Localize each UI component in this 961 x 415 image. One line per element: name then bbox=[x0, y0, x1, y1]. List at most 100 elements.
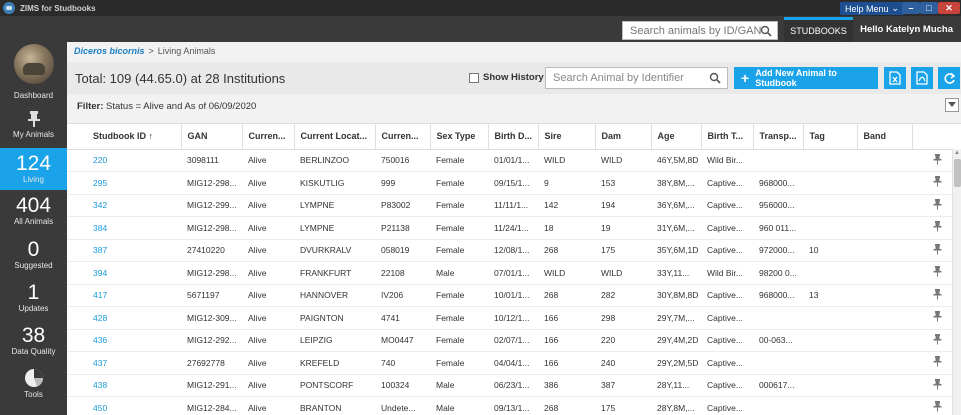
table-cell bbox=[857, 171, 912, 195]
sidebar-item-updates[interactable]: 1 Updates bbox=[0, 281, 67, 321]
studbook-id-link[interactable]: 387 bbox=[67, 239, 181, 262]
table-row[interactable]: 387 27410220 Alive DVURKRALV 058019 Female 12/… bbox=[67, 239, 961, 262]
table-cell: 13 bbox=[803, 284, 857, 307]
table-cell bbox=[857, 374, 912, 397]
table-row[interactable]: 394 MIG12-298... Alive FRANKFURT 22108 Male 07… bbox=[67, 261, 961, 285]
table-cell: Female bbox=[430, 149, 488, 172]
table-cell: 972000... bbox=[753, 239, 803, 262]
scrollbar-thumb[interactable] bbox=[954, 159, 961, 187]
column-header[interactable]: Curren... bbox=[375, 124, 431, 150]
column-header[interactable]: Birth T... bbox=[701, 124, 754, 150]
sidebar-item-living[interactable]: 124 Living bbox=[0, 148, 67, 190]
table-row[interactable]: 384 MIG12-298... Alive LYMPNE P21138 Female 11… bbox=[67, 216, 961, 240]
column-header[interactable]: Transp... bbox=[753, 124, 804, 150]
search-icon[interactable] bbox=[709, 72, 721, 84]
column-header[interactable]: Sire bbox=[538, 124, 596, 150]
sidebar-item-label: Updates bbox=[18, 304, 49, 313]
studbook-id-link[interactable]: 342 bbox=[67, 194, 181, 217]
table-cell: Female bbox=[430, 239, 488, 262]
filter-summary: Filter: Status = Alive and As of 06/09/2… bbox=[77, 101, 256, 112]
table-cell: 22108 bbox=[375, 261, 430, 285]
column-header[interactable]: Age bbox=[651, 124, 702, 150]
column-header[interactable]: Band bbox=[857, 124, 913, 150]
sidebar-item-tools[interactable]: Tools bbox=[0, 367, 67, 409]
scroll-up-icon[interactable]: ▲ bbox=[954, 150, 960, 156]
column-header[interactable]: Dam bbox=[595, 124, 652, 150]
table-cell: 100324 bbox=[375, 374, 430, 397]
column-header[interactable]: Studbook ID ↑ bbox=[67, 124, 182, 150]
user-greeting[interactable]: Hello Katelyn Mucha bbox=[857, 17, 961, 42]
minimize-button[interactable]: – bbox=[902, 2, 920, 14]
table-cell: 29Y,4M,2D bbox=[651, 329, 701, 352]
export-pdf-button[interactable] bbox=[911, 67, 933, 89]
sidebar-item-all-animals[interactable]: 404 All Animals bbox=[0, 194, 67, 234]
vertical-scrollbar[interactable]: ▲ bbox=[952, 149, 961, 415]
studbook-id-link[interactable]: 384 bbox=[67, 216, 181, 240]
sidebar-item-my-animals[interactable]: My Animals bbox=[0, 108, 67, 146]
table-row[interactable]: 342 MIG12-299... Alive LYMPNE P83002 Female 11… bbox=[67, 194, 961, 217]
table-row[interactable]: 220 3098111 Alive BERLINZOO 750016 Female 01/0… bbox=[67, 149, 961, 172]
plus-icon: + bbox=[741, 70, 750, 86]
table-cell bbox=[857, 329, 912, 352]
sidebar-item-suggested[interactable]: 0 Suggested bbox=[0, 238, 67, 278]
table-cell: 968000... bbox=[753, 171, 803, 195]
column-header[interactable] bbox=[912, 124, 961, 150]
table-cell: 36Y,6M,... bbox=[651, 194, 701, 217]
table-cell: 3098111 bbox=[181, 149, 242, 172]
column-header[interactable]: GAN bbox=[181, 124, 243, 150]
search-icon[interactable] bbox=[760, 25, 772, 37]
table-cell: 46Y,5M,8D bbox=[651, 149, 701, 172]
table-row[interactable]: 417 5671197 Alive HANNOVER IV206 Female 10/01/… bbox=[67, 284, 961, 307]
table-row[interactable]: 437 27692778 Alive KREFELD 740 Female 04/04/1.… bbox=[67, 351, 961, 375]
table-row[interactable]: 438 MIG12-291... Alive PONTSCORF 100324 Male 0… bbox=[67, 374, 961, 397]
export-excel-button[interactable] bbox=[884, 67, 906, 89]
table-cell: 968000... bbox=[753, 284, 803, 307]
breadcrumb-species-link[interactable]: Diceros bicornis bbox=[74, 46, 145, 56]
table-cell: 9 bbox=[538, 171, 595, 195]
refresh-button[interactable] bbox=[938, 67, 960, 89]
studbook-id-link[interactable]: 394 bbox=[67, 261, 181, 285]
column-header[interactable]: Tag bbox=[803, 124, 858, 150]
help-menu-button[interactable]: Help Menu ⌄ bbox=[840, 2, 905, 15]
show-history-toggle[interactable]: Show History bbox=[469, 72, 544, 83]
maximize-button[interactable]: □ bbox=[920, 2, 938, 14]
table-cell: 02/07/1... bbox=[488, 329, 538, 352]
table-cell bbox=[803, 171, 857, 195]
studbook-id-link[interactable]: 417 bbox=[67, 284, 181, 307]
animal-search-input[interactable]: Search animals by ID/GAN bbox=[622, 21, 778, 40]
column-header[interactable]: Curren... bbox=[242, 124, 295, 150]
filter-dropdown-button[interactable] bbox=[945, 98, 959, 112]
table-cell bbox=[857, 351, 912, 375]
studbook-id-link[interactable]: 438 bbox=[67, 374, 181, 397]
table-row[interactable]: 450 MIG12-284... Alive BRANTON Undete... Male… bbox=[67, 396, 961, 415]
studbook-id-link[interactable]: 437 bbox=[67, 351, 181, 375]
table-row[interactable]: 295 MIG12-298... Alive KISKUTLIG 999 Female 09… bbox=[67, 171, 961, 195]
studbook-id-link[interactable]: 450 bbox=[67, 396, 181, 415]
add-new-animal-button[interactable]: + Add New Animal to Studbook bbox=[734, 67, 878, 89]
identifier-search-input[interactable]: Search Animal by Identifier bbox=[545, 67, 728, 89]
column-header[interactable]: Birth D... bbox=[488, 124, 539, 150]
column-header[interactable]: Sex Type bbox=[430, 124, 489, 150]
studbook-id-link[interactable]: 436 bbox=[67, 329, 181, 352]
sidebar-item-data-quality[interactable]: 38 Data Quality bbox=[0, 324, 67, 364]
table-cell: MIG12-292... bbox=[181, 329, 242, 352]
table-cell: Male bbox=[430, 261, 488, 285]
table-row[interactable]: 428 MIG12-309... Alive PAIGNTON 4741 Female 10… bbox=[67, 306, 961, 330]
studbooks-tab[interactable]: STUDBOOKS bbox=[784, 17, 853, 42]
table-row[interactable]: 436 MIG12-292... Alive LEIPZIG MO0447 Female 0… bbox=[67, 329, 961, 352]
column-header[interactable]: Current Locat... bbox=[294, 124, 376, 150]
studbook-id-link[interactable]: 428 bbox=[67, 306, 181, 330]
sidebar-item-dashboard[interactable]: Dashboard bbox=[0, 44, 67, 106]
table-cell: 220 bbox=[595, 329, 651, 352]
table-cell: Captive... bbox=[701, 396, 753, 415]
studbook-id-link[interactable]: 220 bbox=[67, 149, 181, 172]
studbook-id-link[interactable]: 295 bbox=[67, 171, 181, 195]
table-cell: 5671197 bbox=[181, 284, 242, 307]
table-cell: PONTSCORF bbox=[294, 374, 375, 397]
table-cell: Female bbox=[430, 284, 488, 307]
close-button[interactable]: ✕ bbox=[938, 2, 960, 14]
table-cell: Alive bbox=[242, 351, 294, 375]
table-cell: 06/23/1... bbox=[488, 374, 538, 397]
table-cell bbox=[803, 216, 857, 240]
show-history-checkbox[interactable] bbox=[469, 72, 479, 83]
